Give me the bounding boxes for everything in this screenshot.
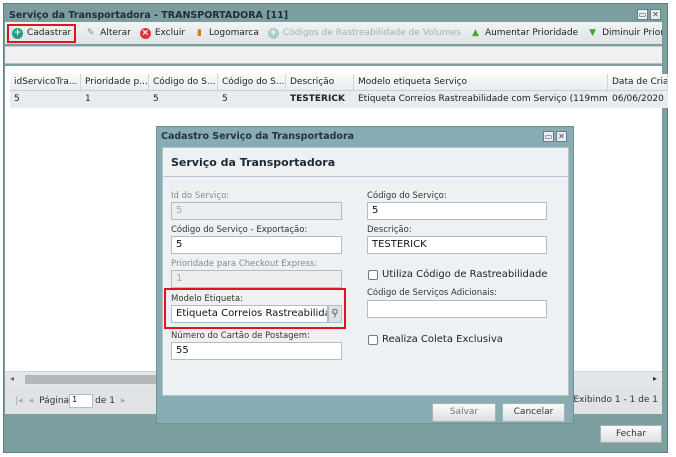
window-title: Serviço da Transportadora - TRANSPORTADO…: [9, 10, 289, 21]
page-input[interactable]: 1: [69, 393, 94, 408]
toolbar-button-label: Cadastrar: [27, 28, 72, 38]
arrow-down-icon: ▼: [589, 27, 597, 38]
toolbar-button-alterar[interactable]: ✎ Alterar: [85, 28, 131, 39]
pickup-checkbox[interactable]: [368, 335, 378, 345]
first-page-icon[interactable]: |◂: [15, 396, 23, 406]
next-page-icon[interactable]: ▸: [121, 396, 126, 406]
save-button[interactable]: Salvar: [432, 403, 496, 422]
panel-title: Serviço da Transportadora: [163, 148, 568, 177]
toolbar-button-label: Logomarca: [209, 28, 259, 38]
additional-field[interactable]: [367, 300, 547, 318]
priority-field: 1: [171, 270, 342, 288]
table-row[interactable]: 5 1 5 5 TESTERICK Etiqueta Correios Rastreabi…: [10, 91, 668, 108]
modal-title: Cadastro Serviço da Transportadora: [161, 131, 355, 142]
export-code-field[interactable]: 5: [171, 236, 342, 254]
table-cell: TESTERICK: [290, 94, 345, 104]
id-field: 5: [171, 202, 342, 220]
priority-label: Prioridade para Checkout Express:: [171, 259, 318, 269]
logo-image-icon: ▮: [197, 27, 202, 38]
description-field[interactable]: TESTERICK: [367, 236, 547, 254]
additional-label: Código de Serviços Adicionais:: [367, 288, 497, 298]
close-icon[interactable]: ✕: [650, 9, 661, 20]
toolbar-button-aumentar[interactable]: ▲ Aumentar Prioridade: [470, 28, 578, 39]
form-panel: Serviço da Transportadora Id do Serviço:…: [162, 147, 569, 396]
toolbar-button-label: Aumentar Prioridade: [484, 28, 579, 38]
table-cell: 5: [14, 94, 20, 104]
toolbar-button-códigos[interactable]: + Códigos de Rastreabilidade de Volumes: [267, 27, 461, 39]
export-code-label: Código do Serviço - Exportação:: [171, 225, 308, 235]
toolbar-button-logomarca[interactable]: ▮ Logomarca: [194, 28, 259, 39]
tracking-label: Utiliza Código de Rastreabilidade: [382, 269, 548, 280]
code-field[interactable]: 5: [367, 202, 547, 220]
table-cell: 5: [153, 94, 159, 104]
modal-close-icon[interactable]: ✕: [556, 131, 567, 142]
maximize-icon[interactable]: ▭: [637, 9, 648, 20]
pager-status: Exibindo 1 - 1 de 1: [573, 395, 658, 405]
toolbar-button-label: Códigos de Rastreabilidade de Volumes: [282, 28, 461, 38]
page-label: Página: [39, 395, 70, 406]
arrow-up-icon: ▲: [471, 27, 479, 38]
tracking-checkbox[interactable]: [368, 270, 378, 280]
toolbar-button-label: Diminuir Prioridade: [602, 28, 662, 38]
toolbar: + Cadastrar ✎ Alterar × Excluir ▮ Logomarca + Cód…: [5, 22, 662, 44]
plus-circle-icon: +: [12, 27, 23, 39]
column-header[interactable]: Data de Cria: [608, 74, 668, 90]
column-header[interactable]: Descrição: [286, 74, 354, 90]
modal-maximize-icon[interactable]: ▭: [543, 131, 554, 142]
column-header[interactable]: Prioridade p...: [81, 74, 149, 90]
toolbar-button-excluir[interactable]: × Excluir: [139, 27, 186, 39]
model-label: Modelo Etiqueta:: [171, 294, 243, 304]
filter-bar: [5, 46, 662, 64]
table-cell: Etiqueta Correios Rastreabilidade com Se…: [358, 94, 608, 104]
close-button[interactable]: Fechar: [600, 425, 662, 443]
scroll-thumb[interactable]: [25, 375, 165, 384]
column-header[interactable]: Código do S...: [149, 74, 218, 90]
card-label: Número do Cartão de Postagem:: [171, 331, 310, 341]
column-header[interactable]: idServicoTra...: [10, 74, 81, 90]
edit-icon: ✎: [86, 27, 95, 38]
prev-page-icon[interactable]: ◂: [29, 396, 34, 406]
plus-circle-icon: +: [267, 27, 279, 39]
column-header[interactable]: Código do S...: [218, 74, 286, 90]
cancel-button[interactable]: Cancelar: [502, 403, 565, 422]
modal-dialog: Cadastro Serviço da Transportadora ▭ ✕ S…: [156, 126, 574, 424]
table-cell: 06/06/2020: [612, 94, 664, 104]
toolbar-button-label: Excluir: [154, 28, 186, 38]
page-of-label: de 1: [95, 395, 115, 406]
scroll-right-icon[interactable]: ▸: [653, 374, 657, 383]
pickup-label: Realiza Coleta Exclusiva: [382, 334, 503, 345]
toolbar-button-diminuir[interactable]: ▼ Diminuir Prioridade: [587, 28, 662, 39]
card-field[interactable]: 55: [171, 342, 342, 360]
model-field[interactable]: Etiqueta Correios Rastreabilidade: [171, 305, 328, 323]
toolbar-button-label: Alterar: [100, 28, 131, 38]
table-cell: 5: [222, 94, 228, 104]
toolbar-button-cadastrar[interactable]: + Cadastrar: [7, 23, 77, 43]
code-label: Código do Serviço:: [367, 191, 447, 201]
table-cell: 1: [85, 94, 91, 104]
column-header[interactable]: Modelo etiqueta Serviço: [354, 74, 608, 90]
id-label: Id do Serviço:: [171, 191, 230, 201]
scroll-left-icon[interactable]: ◂: [10, 374, 14, 383]
search-icon[interactable]: ⚲: [328, 305, 342, 323]
delete-icon: ×: [139, 27, 151, 39]
grid-header: idServicoTra... Prioridade p... Código do …: [10, 74, 668, 91]
description-label: Descrição:: [367, 225, 412, 235]
